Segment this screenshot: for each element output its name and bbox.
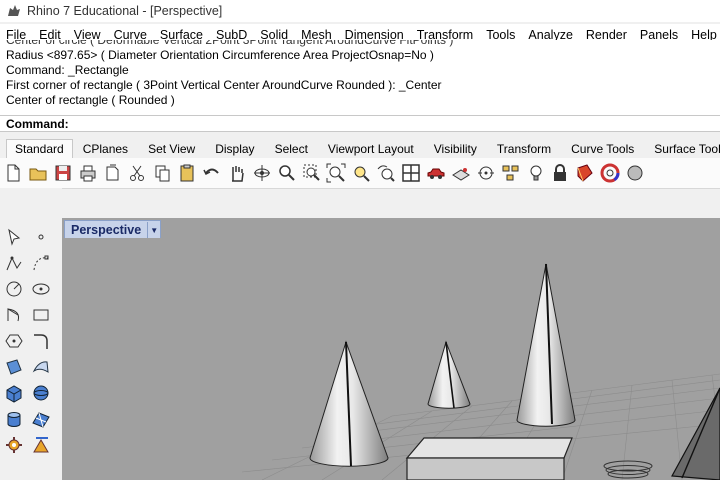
new-file-icon[interactable] bbox=[1, 161, 25, 185]
history-line: First corner of rectangle ( 3Point Verti… bbox=[6, 78, 442, 92]
import-icon[interactable] bbox=[100, 161, 124, 185]
box-object[interactable] bbox=[405, 437, 573, 480]
rotate-view-icon[interactable] bbox=[250, 161, 274, 185]
viewport-menu-arrow-icon[interactable]: ▼ bbox=[147, 222, 160, 238]
tab-curve-tools[interactable]: Curve Tools bbox=[561, 142, 644, 158]
sidebar-row bbox=[0, 354, 62, 380]
sphere-solid-icon[interactable] bbox=[27, 380, 54, 406]
pan-hand-icon[interactable] bbox=[225, 161, 249, 185]
select-arrow-icon[interactable] bbox=[0, 224, 27, 250]
arc-icon[interactable] bbox=[0, 302, 27, 328]
tab-visibility[interactable]: Visibility bbox=[424, 142, 487, 158]
point-icon[interactable] bbox=[27, 224, 54, 250]
snap-icon[interactable] bbox=[474, 161, 498, 185]
undo-icon[interactable] bbox=[200, 161, 224, 185]
sidebar-row bbox=[0, 250, 62, 276]
save-icon[interactable] bbox=[51, 161, 75, 185]
layers-icon[interactable] bbox=[499, 161, 523, 185]
viewport-name[interactable]: Perspective bbox=[65, 223, 147, 237]
history-line: Command: _Rectangle bbox=[6, 63, 129, 77]
polyline-icon[interactable] bbox=[0, 250, 27, 276]
window-title: Rhino 7 Educational - [Perspective] bbox=[27, 4, 223, 18]
rectangle-icon[interactable] bbox=[27, 302, 54, 328]
viewport-title-tab[interactable]: Perspective ▼ bbox=[64, 220, 162, 240]
zoom-icon[interactable] bbox=[275, 161, 299, 185]
circle-icon[interactable] bbox=[0, 276, 27, 302]
title-bar: Rhino 7 Educational - [Perspective] bbox=[0, 0, 720, 22]
cut-icon[interactable] bbox=[125, 161, 149, 185]
loft-icon[interactable] bbox=[27, 354, 54, 380]
light-bulb-icon[interactable] bbox=[524, 161, 548, 185]
standard-toolbar bbox=[0, 158, 720, 189]
sidebar-row bbox=[0, 302, 62, 328]
history-line: Radius <897.65> ( Diameter Orientation C… bbox=[6, 48, 434, 62]
sidebar-row bbox=[0, 406, 62, 432]
sidebar-row bbox=[0, 432, 62, 458]
copy-icon[interactable] bbox=[150, 161, 174, 185]
color-wheel-icon[interactable] bbox=[598, 161, 622, 185]
lock-icon[interactable] bbox=[548, 161, 572, 185]
cylinder-solid-icon[interactable] bbox=[0, 406, 27, 432]
zoom-selected-icon[interactable] bbox=[349, 161, 373, 185]
box-solid-icon[interactable] bbox=[0, 380, 27, 406]
polygon-icon[interactable] bbox=[0, 328, 27, 354]
material-icon[interactable] bbox=[573, 161, 597, 185]
four-viewports-icon[interactable] bbox=[399, 161, 423, 185]
zoom-extents-icon[interactable] bbox=[324, 161, 348, 185]
tab-standard[interactable]: Standard bbox=[6, 139, 73, 158]
tab-cplanes[interactable]: CPlanes bbox=[73, 142, 138, 158]
tab-select[interactable]: Select bbox=[265, 142, 318, 158]
analyze-curvature-icon[interactable] bbox=[27, 432, 54, 458]
tab-display[interactable]: Display bbox=[205, 142, 264, 158]
fillet-curve-icon[interactable] bbox=[27, 328, 54, 354]
zoom-window-icon[interactable] bbox=[300, 161, 324, 185]
sidebar-row bbox=[0, 276, 62, 302]
render-icon[interactable] bbox=[623, 161, 647, 185]
sidebar-row bbox=[0, 328, 62, 354]
mesh-plane-icon[interactable] bbox=[27, 406, 54, 432]
sidebar-row bbox=[0, 380, 62, 406]
sidebar-row bbox=[0, 224, 62, 250]
tab-viewport-layout[interactable]: Viewport Layout bbox=[318, 142, 424, 158]
tab-transform[interactable]: Transform bbox=[487, 142, 561, 158]
transform-gear-icon[interactable] bbox=[0, 432, 27, 458]
car-icon[interactable] bbox=[424, 161, 448, 185]
paste-icon[interactable] bbox=[175, 161, 199, 185]
open-folder-icon[interactable] bbox=[26, 161, 50, 185]
toolbar-tab-bar: Standard CPlanes Set View Display Select… bbox=[0, 138, 720, 158]
rhino-logo-icon bbox=[8, 5, 20, 16]
tab-set-view[interactable]: Set View bbox=[138, 142, 205, 158]
curve-control-points-icon[interactable] bbox=[27, 250, 54, 276]
command-history[interactable]: Center of circle ( Deformable Vertical 2… bbox=[0, 40, 720, 116]
command-prompt-input[interactable]: Command: bbox=[0, 115, 720, 132]
print-icon[interactable] bbox=[76, 161, 100, 185]
cplane-icon[interactable] bbox=[449, 161, 473, 185]
perspective-viewport[interactable] bbox=[62, 238, 720, 480]
history-line: Center of rectangle ( Rounded ) bbox=[6, 93, 175, 107]
undo-view-icon[interactable] bbox=[374, 161, 398, 185]
tab-surface-tools[interactable]: Surface Tools bbox=[644, 142, 720, 158]
surface-from-points-icon[interactable] bbox=[0, 354, 27, 380]
history-line: Center of circle ( Deformable Vertical 2… bbox=[6, 40, 454, 47]
sidebar-toolbar bbox=[0, 224, 62, 458]
ellipse-icon[interactable] bbox=[27, 276, 54, 302]
